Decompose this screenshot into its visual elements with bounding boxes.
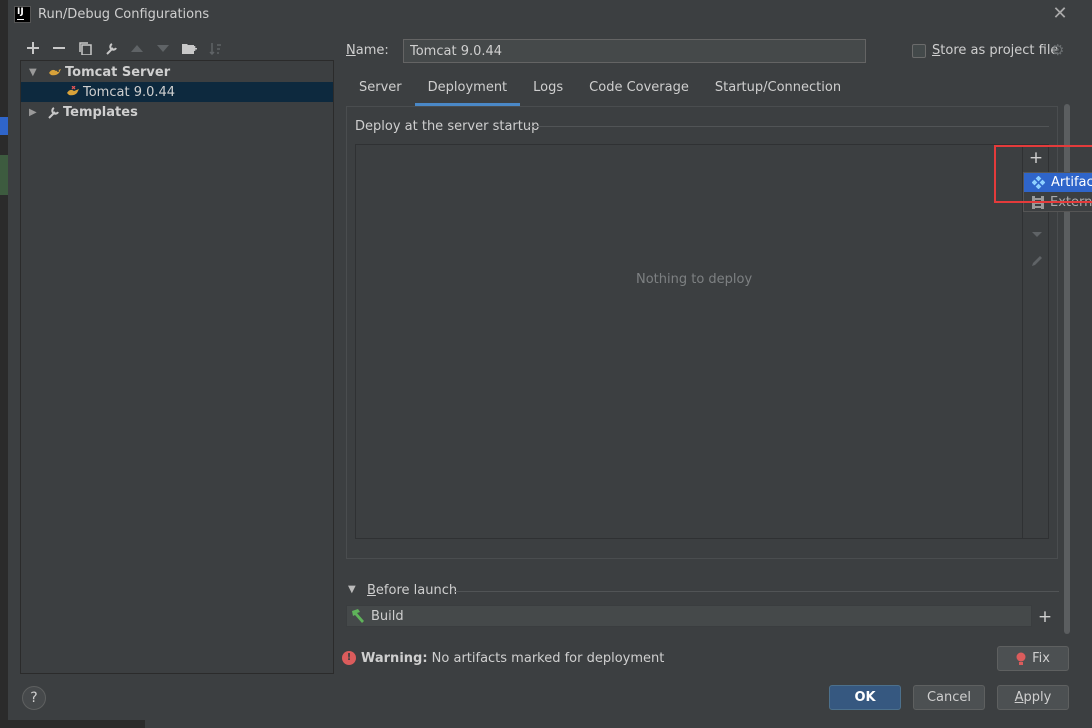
minus-icon[interactable] (46, 38, 72, 58)
sort-icon[interactable] (202, 38, 228, 58)
hammer-icon (350, 609, 366, 623)
tab-server[interactable]: Server (346, 76, 415, 106)
chevron-right-icon[interactable]: ▶ (29, 107, 39, 118)
intellij-icon: IJ (14, 6, 31, 23)
wrench-icon (45, 105, 61, 119)
background-ide-strip (0, 0, 8, 728)
folder-add-icon[interactable] (176, 38, 202, 58)
title-bar[interactable]: IJ Run/Debug Configurations ✕ (8, 0, 1092, 30)
bulb-icon (1016, 652, 1026, 665)
wrench-icon[interactable] (98, 38, 124, 58)
background-selection (0, 117, 8, 135)
highlight-annotation-box (994, 145, 1092, 203)
empty-state-text: Nothing to deploy (636, 272, 753, 287)
cancel-button[interactable]: Cancel (913, 685, 985, 710)
error-icon: ! (342, 651, 356, 665)
copy-icon[interactable] (72, 38, 98, 58)
deploy-section-title: Deploy at the server startup (355, 119, 540, 134)
tree-item-label: Tomcat 9.0.44 (83, 84, 176, 100)
tree-item-label: Tomcat Server (65, 64, 171, 80)
config-tree[interactable]: ▼ Tomcat Server Tomcat 9.0.44 ▶ Template… (20, 60, 334, 674)
deploy-list[interactable] (355, 144, 1049, 539)
store-as-project-file-checkbox[interactable] (912, 44, 926, 58)
run-debug-dialog: IJ Run/Debug Configurations ✕ ▼ Tomcat S… (8, 0, 1092, 720)
tree-item-tomcat-server[interactable]: ▼ Tomcat Server (21, 62, 333, 82)
background-bottom (0, 720, 1092, 728)
warning-message: Warning: No artifacts marked for deploym… (361, 651, 665, 666)
tree-item-label: Templates (63, 104, 138, 120)
tab-logs[interactable]: Logs (520, 76, 576, 106)
tomcat-run-icon (65, 85, 81, 99)
section-divider (455, 591, 1059, 592)
close-icon[interactable]: ✕ (1050, 4, 1070, 24)
arrow-down-icon[interactable] (150, 38, 176, 58)
fix-button[interactable]: Fix (997, 646, 1069, 671)
gear-icon[interactable]: ⚙ (1051, 42, 1067, 58)
ok-button[interactable]: OK (829, 685, 901, 710)
config-toolbar (20, 38, 228, 58)
name-input[interactable] (403, 39, 866, 63)
help-button[interactable]: ? (22, 686, 46, 710)
add-task-button[interactable]: + (1035, 606, 1055, 628)
apply-button[interactable]: Apply (997, 685, 1069, 710)
before-launch-task-row[interactable]: Build (346, 605, 1032, 627)
tree-item-tomcat-9[interactable]: Tomcat 9.0.44 (21, 82, 333, 102)
tab-code-coverage[interactable]: Code Coverage (576, 76, 702, 106)
move-down-icon[interactable] (1029, 226, 1045, 242)
chevron-down-icon[interactable]: ▼ (348, 584, 356, 595)
tree-item-templates[interactable]: ▶ Templates (21, 102, 333, 122)
task-label: Build (371, 608, 404, 624)
tomcat-icon (47, 65, 63, 79)
before-launch-title[interactable]: Before launch (367, 583, 457, 598)
store-as-project-file-label[interactable]: Store as project file (932, 43, 1058, 58)
config-tabs: Server Deployment Logs Code Coverage Sta… (346, 76, 854, 106)
background-highlight (0, 155, 8, 195)
edit-icon[interactable] (1029, 253, 1045, 269)
section-divider (526, 126, 1049, 127)
name-label: Name: (346, 43, 389, 58)
chevron-down-icon[interactable]: ▼ (29, 67, 39, 78)
tab-startup-connection[interactable]: Startup/Connection (702, 76, 854, 106)
arrow-up-icon[interactable] (124, 38, 150, 58)
tab-deployment[interactable]: Deployment (414, 76, 521, 106)
window-title: Run/Debug Configurations (38, 7, 210, 22)
plus-icon[interactable] (20, 38, 46, 58)
